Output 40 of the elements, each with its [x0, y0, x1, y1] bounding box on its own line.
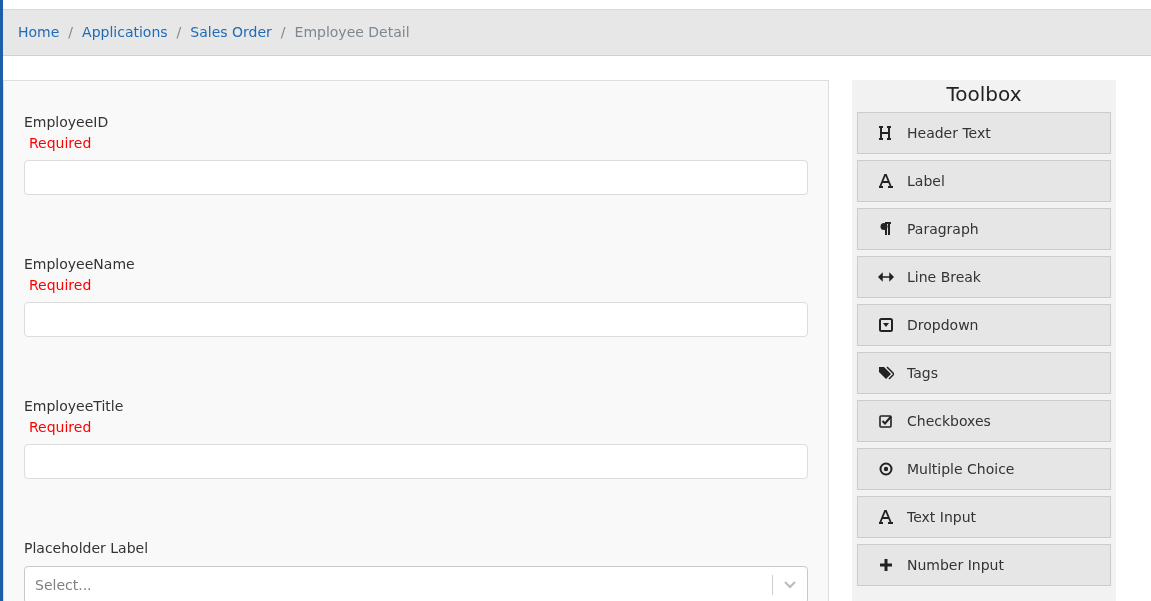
- toolbox-item[interactable]: Text Input: [857, 496, 1111, 538]
- chevron-down-icon: [784, 581, 796, 589]
- field-label: EmployeeName: [24, 255, 136, 273]
- input-field[interactable]: [24, 302, 808, 337]
- letter-icon: [878, 173, 894, 189]
- breadcrumb-link[interactable]: Applications: [82, 22, 168, 43]
- double-arrow-icon: [878, 269, 894, 285]
- toolbox-item[interactable]: Label: [857, 160, 1111, 202]
- select-field[interactable]: Select...: [24, 566, 808, 601]
- breadcrumb-link[interactable]: Sales Order: [190, 22, 272, 43]
- input-field[interactable]: [24, 160, 808, 195]
- breadcrumb-current: Employee Detail: [294, 23, 410, 42]
- tags-icon: [878, 365, 894, 381]
- breadcrumb-separator: /: [68, 23, 74, 42]
- breadcrumb-separator: /: [176, 23, 182, 42]
- dropdown-icon: [878, 317, 894, 333]
- toolbox-item[interactable]: Paragraph: [857, 208, 1111, 250]
- field-label: EmployeeID: [24, 113, 110, 131]
- checkbox-icon: [878, 413, 894, 429]
- header-icon: [878, 125, 894, 141]
- toolbox-item[interactable]: Line Break: [857, 256, 1111, 298]
- breadcrumb-link[interactable]: Home: [18, 22, 60, 43]
- plus-icon: [878, 557, 894, 573]
- toolbox-item[interactable]: Tags: [857, 352, 1111, 394]
- radio-button-icon: [878, 461, 894, 477]
- required-message: Required: [29, 418, 93, 436]
- input-field[interactable]: [24, 444, 808, 479]
- pilcrow-icon: [878, 221, 894, 237]
- field-label: EmployeeTitle: [24, 397, 125, 415]
- required-message: Required: [29, 276, 93, 294]
- toolbox-item[interactable]: Checkboxes: [857, 400, 1111, 442]
- breadcrumb-separator: /: [280, 23, 286, 42]
- toolbox-item[interactable]: Number Input: [857, 544, 1111, 586]
- toolbox-item[interactable]: Header Text: [857, 112, 1111, 154]
- letter-icon: [878, 509, 894, 525]
- toolbox-item[interactable]: Multiple Choice: [857, 448, 1111, 490]
- required-message: Required: [29, 134, 93, 152]
- toolbox-title: Toolbox: [945, 81, 1023, 107]
- toolbox-item[interactable]: Dropdown: [857, 304, 1111, 346]
- field-label: Placeholder Label: [24, 539, 150, 557]
